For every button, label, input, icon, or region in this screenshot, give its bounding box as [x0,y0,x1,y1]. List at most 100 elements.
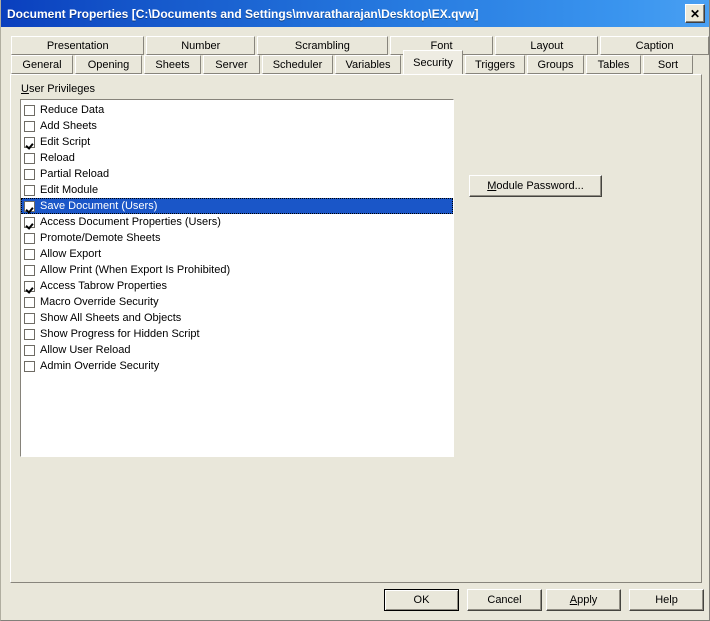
close-icon[interactable]: ✕ [685,4,705,23]
document-properties-dialog: Document Properties [C:\Documents and Se… [0,0,710,621]
tab-label: Tables [597,59,630,71]
tab-label: Variables [345,59,391,71]
tab-scheduler[interactable]: Scheduler [262,55,333,74]
tab-sort[interactable]: Sort [643,55,693,74]
privilege-label: Show All Sheets and Objects [40,311,182,324]
privilege-item[interactable]: Access Document Properties (Users) [21,214,453,230]
tab-label: Scheduler [272,59,323,71]
privilege-label: Access Document Properties (Users) [40,215,221,228]
checkbox-unchecked-icon[interactable] [24,168,35,180]
module-password-button[interactable]: Module Password... [469,175,602,197]
tab-label: Caption [635,40,674,52]
checkbox-checked-icon[interactable] [24,216,35,228]
tab-row-bottom: General Opening Sheets Server Scheduler Varia… [1,50,709,75]
tab-number[interactable]: Number [146,36,256,55]
privilege-label: Add Sheets [40,119,97,132]
tab-triggers[interactable]: Triggers [465,55,525,74]
checkbox-unchecked-icon[interactable] [24,328,35,340]
privilege-item[interactable]: Edit Script [21,134,453,150]
tab-scrambling[interactable]: Scrambling [257,36,388,55]
privilege-label: Allow Print (When Export Is Prohibited) [40,263,231,276]
user-privileges-list[interactable]: Reduce Data Add Sheets Edit Script Reload Pa… [20,99,454,457]
privilege-label: Edit Script [40,135,91,148]
privilege-item[interactable]: Show All Sheets and Objects [21,310,453,326]
privilege-label: Access Tabrow Properties [40,279,167,292]
checkbox-unchecked-icon[interactable] [24,152,35,164]
tab-presentation[interactable]: Presentation [11,36,145,55]
tab-caption[interactable]: Caption [600,36,709,55]
tab-general[interactable]: General [11,55,73,74]
tab-tables[interactable]: Tables [586,55,641,74]
help-button[interactable]: Help [629,589,704,611]
privilege-label: Save Document (Users) [40,199,158,212]
privilege-item[interactable]: Access Tabrow Properties [21,278,453,294]
checkbox-unchecked-icon[interactable] [24,312,35,324]
privilege-item[interactable]: Partial Reload [21,166,453,182]
tab-label: Server [215,59,248,71]
privilege-label: Reduce Data [40,103,105,116]
checkbox-unchecked-icon[interactable] [24,296,35,308]
accel-char: A [569,594,578,606]
checkbox-unchecked-icon[interactable] [24,104,35,116]
tab-label: Number [181,40,221,52]
tab-label: Opening [87,59,130,71]
tab-server[interactable]: Server [203,55,260,74]
tab-opening[interactable]: Opening [75,55,142,74]
title-bar[interactable]: Document Properties [C:\Documents and Se… [1,0,709,27]
apply-button[interactable]: Apply [546,589,621,611]
cancel-button[interactable]: Cancel [467,589,542,611]
checkbox-checked-icon[interactable] [24,136,35,148]
checkbox-unchecked-icon[interactable] [24,248,35,260]
button-label-rest: pply [577,594,598,606]
privilege-item[interactable]: Allow Export [21,246,453,262]
window-title: Document Properties [C:\Documents and Se… [7,6,479,21]
privilege-item[interactable]: Edit Module [21,182,453,198]
checkbox-unchecked-icon[interactable] [24,360,35,372]
accel-char: M [487,180,497,192]
privilege-label: Edit Module [40,183,99,196]
privilege-item[interactable]: Admin Override Security [21,358,453,374]
tab-label: General [22,59,62,71]
tab-strip: Presentation Number Scrambling Font Layout Ca… [1,27,709,77]
privilege-label: Partial Reload [40,167,110,180]
checkbox-unchecked-icon[interactable] [24,120,35,132]
privilege-item[interactable]: Reload [21,150,453,166]
privilege-label: Allow User Reload [40,343,131,356]
privilege-item[interactable]: Allow Print (When Export Is Prohibited) [21,262,453,278]
tab-label: Security [413,57,453,69]
privilege-item[interactable]: Add Sheets [21,118,453,134]
privilege-item[interactable]: Show Progress for Hidden Script [21,326,453,342]
dialog-button-bar: OK Cancel Apply Help [1,586,709,620]
checkbox-checked-icon[interactable] [24,200,35,212]
tab-variables[interactable]: Variables [335,55,401,74]
tab-label: Groups [537,59,574,71]
privilege-item[interactable]: Macro Override Security [21,294,453,310]
checkbox-unchecked-icon[interactable] [24,184,35,196]
checkbox-unchecked-icon[interactable] [24,264,35,276]
privilege-label: Admin Override Security [40,359,160,372]
privilege-item[interactable]: Promote/Demote Sheets [21,230,453,246]
checkbox-unchecked-icon[interactable] [24,344,35,356]
tab-label: Triggers [475,59,515,71]
privilege-item[interactable]: Reduce Data [21,102,453,118]
label-rest: ser Privileges [28,83,95,95]
checkbox-unchecked-icon[interactable] [24,232,35,244]
tab-label: Sheets [155,59,190,71]
privilege-label: Show Progress for Hidden Script [40,327,200,340]
tab-security[interactable]: Security [403,50,463,74]
privilege-label: Promote/Demote Sheets [40,231,161,244]
tab-label: Presentation [46,40,109,52]
privilege-label: Macro Override Security [40,295,159,308]
tab-label: Sort [657,59,679,71]
privilege-item[interactable]: Save Document (Users) [21,198,453,214]
privilege-item[interactable]: Allow User Reload [21,342,453,358]
tab-sheets[interactable]: Sheets [144,55,201,74]
ok-button[interactable]: OK [384,589,459,611]
tab-label: Scrambling [294,40,350,52]
button-label-rest: odule Password... [496,180,584,192]
privilege-label: Reload [40,151,75,164]
checkbox-checked-icon[interactable] [24,280,35,292]
accel-char: U [21,83,29,95]
tab-groups[interactable]: Groups [527,55,584,74]
tab-layout[interactable]: Layout [495,36,599,55]
